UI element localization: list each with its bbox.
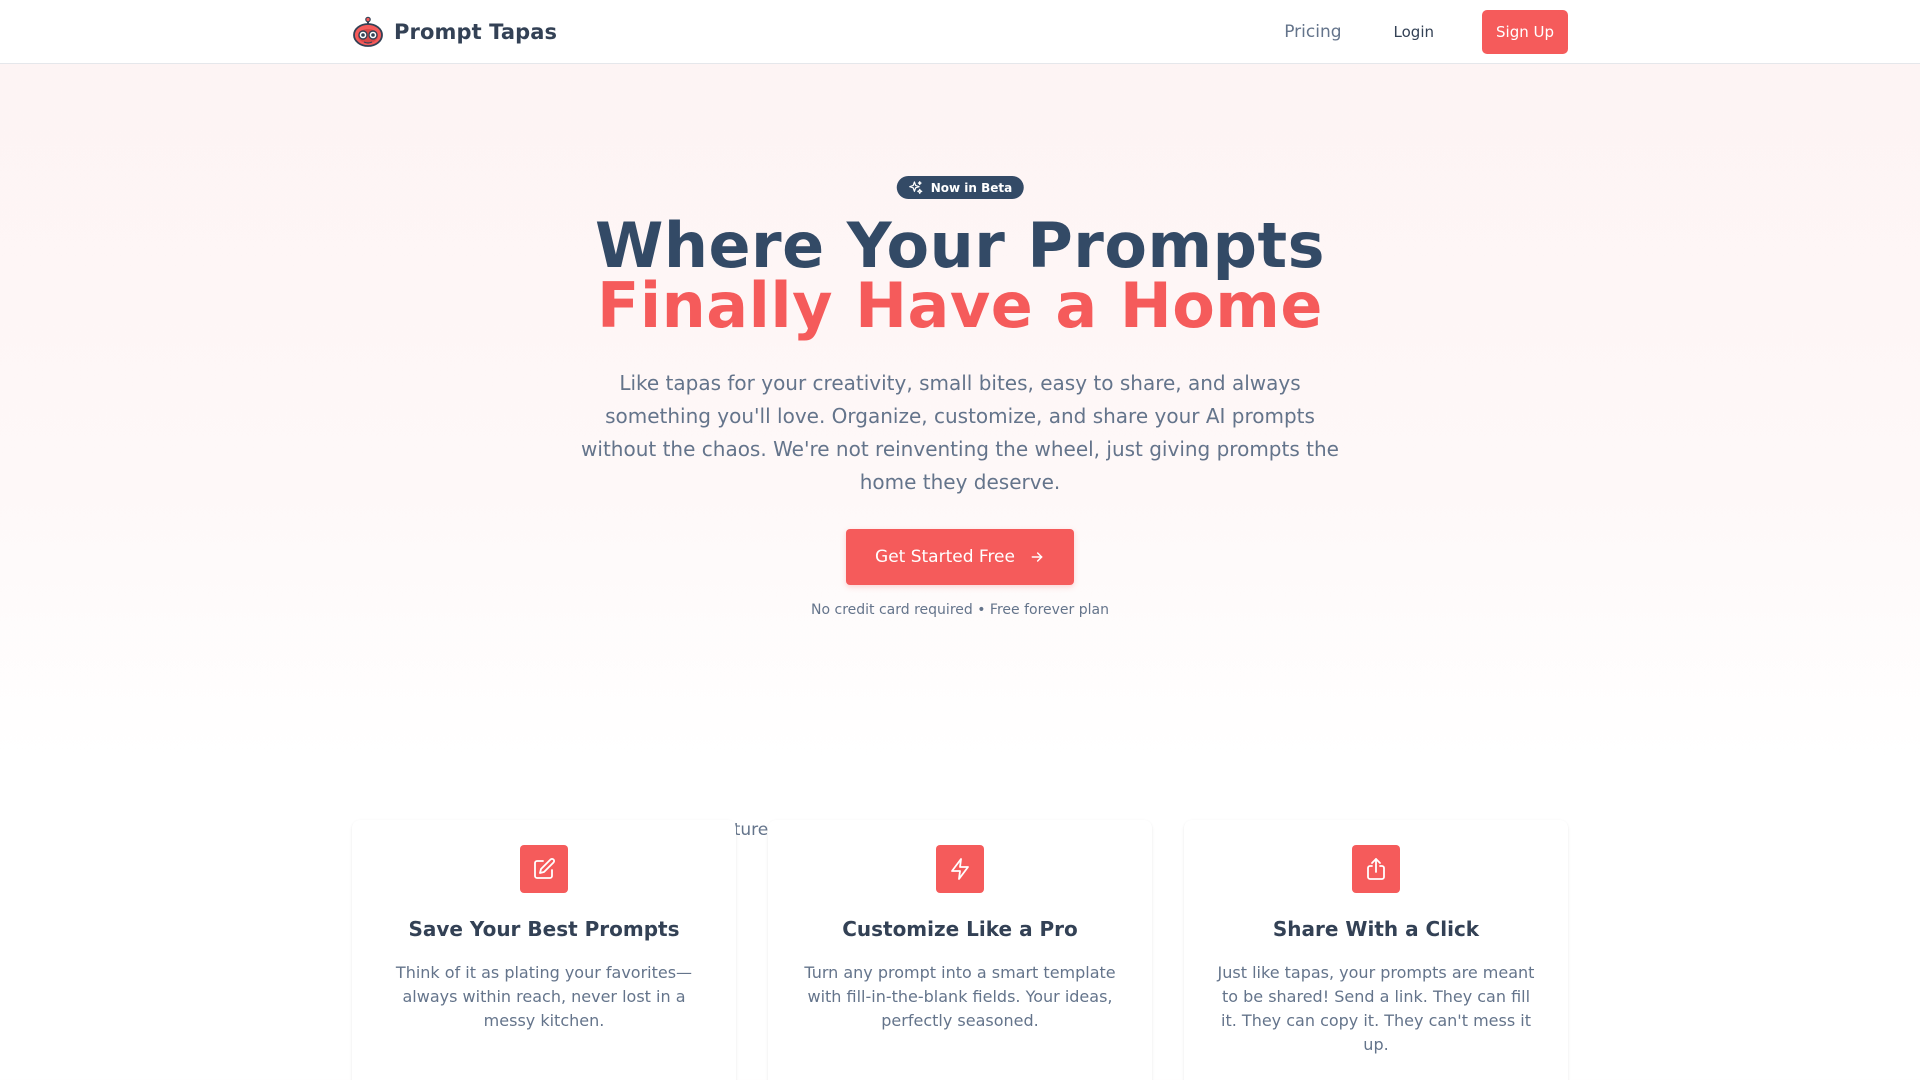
feature-title: Customize Like a Pro	[842, 917, 1078, 941]
feature-description: Just like tapas, your prompts are meant …	[1217, 963, 1535, 1054]
feature-title: Share With a Click	[1272, 917, 1480, 941]
feature-description: Turn any prompt into a smart template wi…	[804, 963, 1116, 1030]
beta-badge: Now in Beta	[896, 176, 1024, 199]
lightning-icon	[951, 858, 969, 880]
feature-icon-box	[1352, 845, 1400, 893]
share-icon	[1367, 858, 1385, 880]
feature-card-customize: Customize Like a Pro Turn any prompt int…	[768, 820, 1152, 1080]
brand-name: Prompt Tapas	[394, 20, 558, 44]
login-button[interactable]: Login	[1380, 13, 1448, 51]
nav-link-pricing[interactable]: Pricing	[1284, 22, 1341, 42]
navbar-inner: Prompt Tapas Features Pricing Login Sign…	[352, 0, 1568, 840]
cta-note: No credit card required • Free forever p…	[811, 602, 1109, 618]
features-section: Save Your Best Prompts Think of it as pl…	[352, 820, 1568, 1080]
feature-icon-box	[520, 845, 568, 893]
brand-link[interactable]: Prompt Tapas	[352, 16, 557, 48]
feature-card-save: Save Your Best Prompts Think of it as pl…	[352, 820, 736, 1080]
headline-line-2: Finally Have a Home	[597, 269, 1323, 342]
headline-line-1: Where Your Prompts	[594, 209, 1326, 282]
edit-icon	[534, 858, 555, 879]
feature-title: Save Your Best Prompts	[408, 917, 680, 941]
get-started-button[interactable]: Get Started Free	[846, 529, 1074, 585]
feature-card-share: Share With a Click Just like tapas, your…	[1184, 820, 1568, 1080]
feature-description: Think of it as plating your favorites—al…	[395, 963, 693, 1030]
signup-button[interactable]: Sign Up	[1482, 10, 1568, 54]
sparkles-icon	[909, 180, 923, 194]
get-started-label: Get Started Free	[875, 547, 1015, 567]
robot-logo-icon	[353, 16, 383, 47]
feature-icon-box	[936, 845, 984, 893]
hero-headline: Where Your Prompts Finally Have a Home	[0, 209, 1920, 342]
arrow-right-icon	[1031, 552, 1043, 562]
hero-subtext: Like tapas for your creativity, small bi…	[581, 371, 1339, 494]
navbar: Prompt Tapas Features Pricing Login Sign…	[0, 0, 1920, 840]
nav-links: Features Pricing Login Sign Up	[704, 10, 1568, 840]
beta-badge-label: Now in Beta	[930, 180, 1013, 195]
